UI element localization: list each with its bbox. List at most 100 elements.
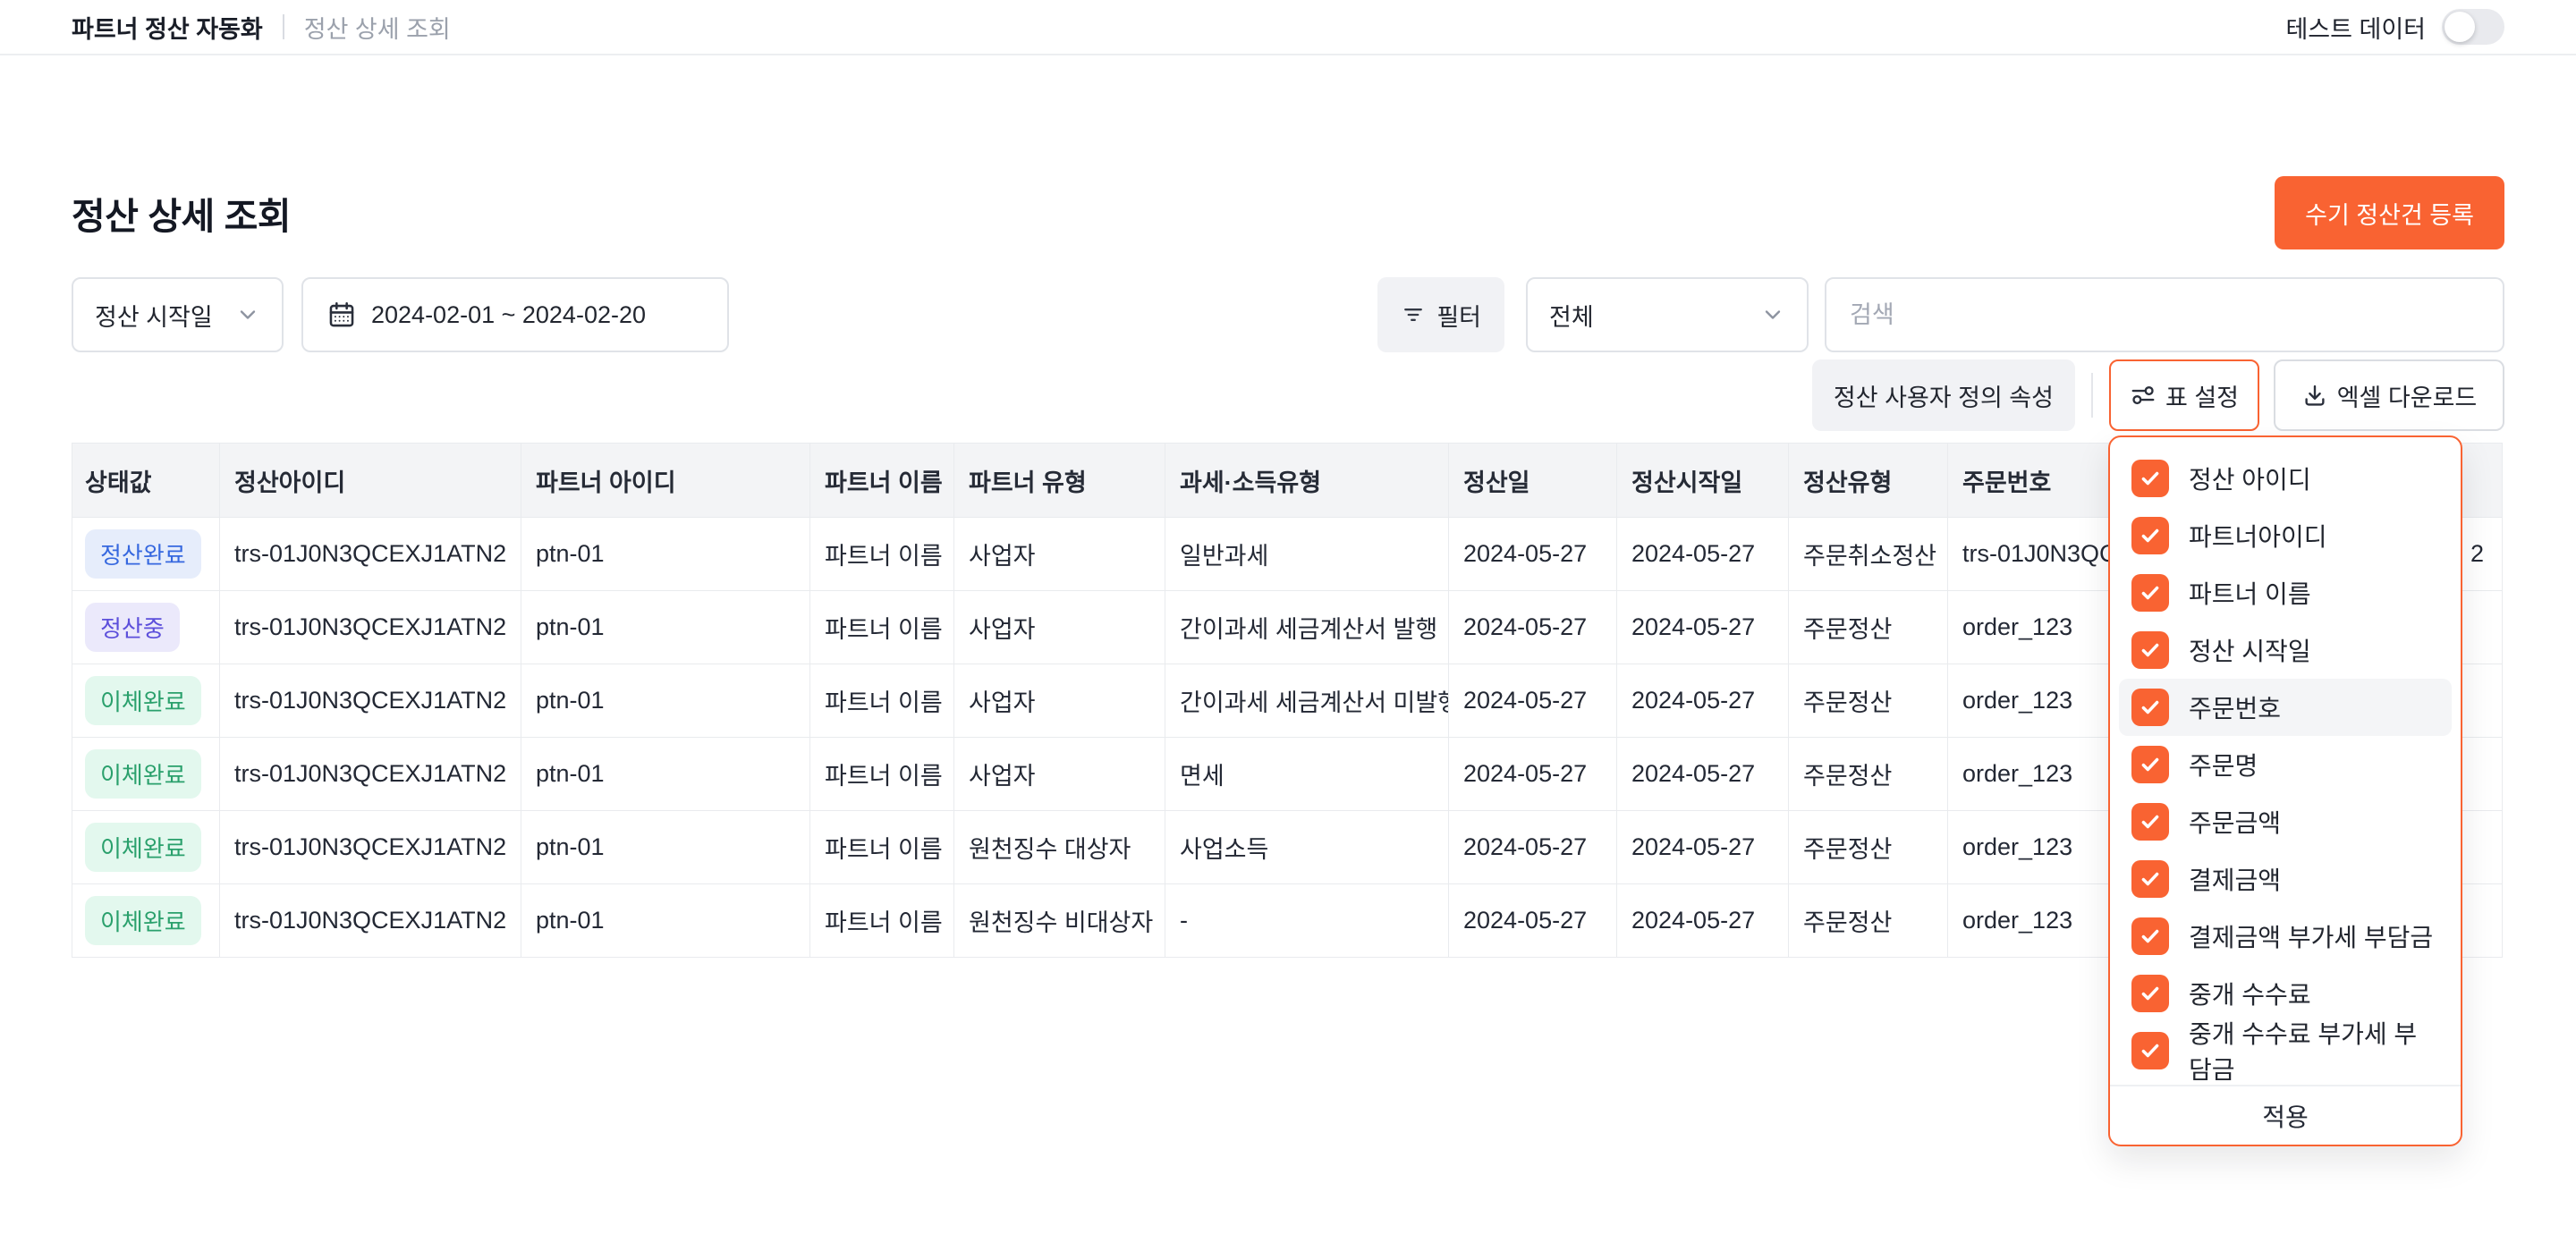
panel-item-label: 중개 수수료 부가세 부담금 <box>2189 1015 2439 1086</box>
checkbox-checked[interactable] <box>2131 975 2169 1012</box>
panel-item[interactable]: 결제금액 <box>2119 850 2452 908</box>
table-cell-partner_type: 원천징수 대상자 <box>954 811 1165 884</box>
excel-download-button[interactable]: 엑셀 다운로드 <box>2274 359 2504 431</box>
panel-item[interactable]: 중개 수수료 <box>2119 965 2452 1022</box>
table-cell-partner_name: 파트너 이름 <box>810 664 954 738</box>
status-badge: 이체완료 <box>85 749 201 799</box>
panel-item-label: 주문번호 <box>2189 689 2281 725</box>
date-range-value: 2024-02-01 ~ 2024-02-20 <box>371 301 646 329</box>
filter-icon <box>1401 302 1426 327</box>
column-header[interactable]: 파트너 유형 <box>954 444 1165 518</box>
apply-button[interactable]: 적용 <box>2262 1098 2309 1134</box>
filter-row: 정산 시작일 2024-02-01 ~ 2024-02-20 <box>0 277 2576 352</box>
table-cell-partner_id: ptn-01 <box>521 884 810 958</box>
chevron-down-icon <box>1760 302 1785 327</box>
checkbox-checked[interactable] <box>2131 803 2169 841</box>
column-header[interactable]: 상태값 <box>72 444 220 518</box>
table-cell-partner_id: ptn-01 <box>521 591 810 664</box>
topbar: 파트너 정산 자동화 정산 상세 조회 테스트 데이터 <box>0 0 2576 55</box>
column-header[interactable]: 과세·소득유형 <box>1165 444 1449 518</box>
panel-item[interactable]: 정산 아이디 <box>2119 450 2452 507</box>
search-scope-select[interactable]: 전체 <box>1526 277 1809 352</box>
status-cell: 정산완료 <box>72 518 220 591</box>
toolbar-divider <box>2091 373 2093 418</box>
table-cell-settlement_start_date: 2024-05-27 <box>1617 884 1789 958</box>
table-cell-settlement_date: 2024-05-27 <box>1449 811 1617 884</box>
download-icon <box>2301 382 2328 409</box>
panel-item[interactable]: 파트너아이디 <box>2119 507 2452 564</box>
check-icon <box>2138 866 2163 892</box>
check-icon <box>2138 752 2163 777</box>
search-input[interactable] <box>1825 277 2504 352</box>
table-cell-settlement_start_date: 2024-05-27 <box>1617 591 1789 664</box>
status-badge: 정산완료 <box>85 529 201 579</box>
table-cell-settlement_date: 2024-05-27 <box>1449 884 1617 958</box>
table-cell-partner_id: ptn-01 <box>521 664 810 738</box>
panel-item[interactable]: 주문명 <box>2119 736 2452 793</box>
breadcrumb-current-page: 정산 상세 조회 <box>304 10 451 45</box>
panel-item-label: 주문명 <box>2189 747 2258 782</box>
table-cell-extra <box>2458 811 2503 884</box>
panel-footer: 적용 <box>2110 1085 2461 1145</box>
panel-item[interactable]: 정산 시작일 <box>2119 621 2452 679</box>
table-cell-settlement_date: 2024-05-27 <box>1449 518 1617 591</box>
checkbox-checked[interactable] <box>2131 689 2169 726</box>
table-settings-label: 표 설정 <box>2165 378 2239 413</box>
breadcrumb-divider <box>283 14 284 39</box>
title-row: 정산 상세 조회 수기 정산건 등록 <box>0 176 2576 249</box>
table-cell-extra <box>2458 884 2503 958</box>
table-cell-tax_type: 면세 <box>1165 738 1449 811</box>
checkbox-checked[interactable] <box>2131 460 2169 497</box>
checkbox-checked[interactable] <box>2131 574 2169 612</box>
panel-item[interactable]: 파트너 이름 <box>2119 564 2452 621</box>
table-cell-settlement_type: 주문정산 <box>1789 664 1948 738</box>
checkbox-checked[interactable] <box>2131 631 2169 669</box>
table-settings-button[interactable]: 표 설정 <box>2109 359 2259 431</box>
panel-item-label: 정산 시작일 <box>2189 632 2311 668</box>
panel-item[interactable]: 중개 수수료 부가세 부담금 <box>2119 1022 2452 1079</box>
filter-button[interactable]: 필터 <box>1377 277 1504 352</box>
breadcrumb-app-title[interactable]: 파트너 정산 자동화 <box>72 10 263 45</box>
checkbox-checked[interactable] <box>2131 1032 2169 1069</box>
checkbox-checked[interactable] <box>2131 917 2169 955</box>
panel-item[interactable]: 주문번호 <box>2119 679 2452 736</box>
panel-item[interactable]: 결제금액 부가세 부담금 <box>2119 908 2452 965</box>
table-cell-settlement_type: 주문정산 <box>1789 884 1948 958</box>
table-cell-tax_type: 사업소득 <box>1165 811 1449 884</box>
column-header[interactable]: 파트너 아이디 <box>521 444 810 518</box>
column-header[interactable]: 정산유형 <box>1789 444 1948 518</box>
page-title: 정산 상세 조회 <box>72 186 291 240</box>
check-icon <box>2138 638 2163 663</box>
table-cell-tax_type: 간이과세 세금계산서 미발행 <box>1165 664 1449 738</box>
column-header[interactable]: 파트너 이름 <box>810 444 954 518</box>
table-cell-extra: 2 <box>2458 518 2503 591</box>
checkbox-checked[interactable] <box>2131 860 2169 898</box>
check-icon <box>2138 580 2163 605</box>
table-cell-partner_type: 사업자 <box>954 518 1165 591</box>
table-cell-partner_id: ptn-01 <box>521 738 810 811</box>
checkbox-checked[interactable] <box>2131 746 2169 783</box>
panel-item-label: 정산 아이디 <box>2189 461 2311 496</box>
checkbox-checked[interactable] <box>2131 517 2169 554</box>
column-header[interactable]: 정산아이디 <box>220 444 521 518</box>
table-cell-settlement_id: trs-01J0N3QCEXJ1ATN2 <box>220 518 521 591</box>
custom-attributes-button[interactable]: 정산 사용자 정의 속성 <box>1812 359 2075 431</box>
table-cell-tax_type: 간이과세 세금계산서 발행 <box>1165 591 1449 664</box>
check-icon <box>2138 466 2163 491</box>
check-icon <box>2138 523 2163 548</box>
status-badge: 이체완료 <box>85 896 201 945</box>
table-cell-settlement_type: 주문정산 <box>1789 591 1948 664</box>
panel-item-label: 결제금액 <box>2189 861 2281 897</box>
status-badge: 이체완료 <box>85 676 201 725</box>
status-cell: 이체완료 <box>72 884 220 958</box>
column-header[interactable] <box>2458 444 2503 518</box>
test-data-toggle[interactable] <box>2442 9 2504 45</box>
manual-settlement-register-button[interactable]: 수기 정산건 등록 <box>2275 176 2504 249</box>
column-header[interactable]: 정산시작일 <box>1617 444 1789 518</box>
table-cell-partner_type: 사업자 <box>954 664 1165 738</box>
date-range-picker[interactable]: 2024-02-01 ~ 2024-02-20 <box>301 277 729 352</box>
panel-item[interactable]: 주문금액 <box>2119 793 2452 850</box>
date-type-select[interactable]: 정산 시작일 <box>72 277 284 352</box>
column-header[interactable]: 정산일 <box>1449 444 1617 518</box>
status-badge: 정산중 <box>85 603 180 652</box>
